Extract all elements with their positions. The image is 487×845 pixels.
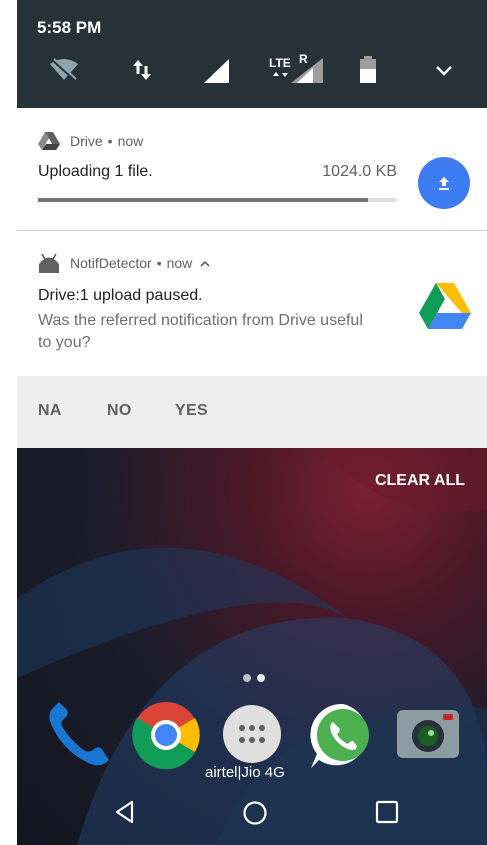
app-drawer-icon[interactable] [222, 704, 282, 769]
notification-time: now [166, 255, 193, 271]
back-icon[interactable] [113, 800, 137, 829]
drive-upload-notification[interactable]: Drive • now Uploading 1 file. 1024.0 KB [17, 108, 487, 231]
action-na-button[interactable]: NA [38, 402, 62, 420]
screen: 5:58 PM LTE R Drive • now Uploading 1 fi… [17, 0, 487, 845]
home-icon[interactable] [242, 800, 268, 831]
battery-icon[interactable] [359, 56, 377, 89]
notification-app-name: NotifDetector [70, 255, 152, 271]
phone-icon[interactable] [43, 700, 113, 775]
android-icon [38, 253, 60, 273]
cell-signal-icon[interactable] [202, 58, 230, 89]
upload-size: 1024.0 KB [322, 163, 397, 180]
roaming-label: R [299, 52, 308, 66]
notification-header: NotifDetector • now [38, 253, 210, 273]
action-yes-button[interactable]: YES [175, 402, 208, 420]
data-transfer-icon[interactable] [132, 58, 152, 87]
notification-title: Drive:1 upload paused. [38, 287, 203, 304]
page-indicator [243, 674, 265, 682]
upload-progress-fill [38, 198, 369, 202]
recents-icon[interactable] [375, 800, 399, 829]
lte-label: LTE [269, 56, 291, 70]
google-drive-logo-icon [419, 283, 471, 329]
header-separator: • [156, 255, 162, 271]
carrier-label: airtel|Jio 4G [205, 764, 285, 781]
quick-settings-bar: 5:58 PM LTE R [17, 0, 487, 108]
camera-icon[interactable] [395, 706, 461, 767]
wifi-off-icon[interactable] [49, 58, 79, 87]
wallpaper-art [17, 448, 487, 845]
expand-chevron-icon[interactable] [435, 64, 453, 82]
action-no-button[interactable]: NO [107, 402, 132, 420]
upload-icon [436, 175, 452, 191]
upload-progress-bar [38, 198, 397, 202]
notification-app-name: Drive [70, 133, 103, 149]
clear-all-button[interactable]: CLEAR ALL [375, 472, 465, 490]
status-time: 5:58 PM [37, 18, 102, 37]
notification-header: Drive • now [38, 132, 143, 150]
upload-button[interactable] [418, 157, 470, 209]
page-dot-active [257, 674, 265, 682]
notification-time: now [117, 133, 144, 149]
home-screen-wallpaper: CLEAR ALL airtel|Jio 4G [17, 448, 487, 845]
page-dot [243, 674, 251, 682]
notifdetector-notification[interactable]: NotifDetector • now Drive:1 upload pause… [17, 231, 487, 376]
whatsapp-icon[interactable] [307, 700, 379, 777]
notification-title: Uploading 1 file. [38, 163, 153, 180]
notification-body: Was the referred notification from Drive… [38, 312, 363, 351]
drive-icon [38, 132, 60, 150]
notification-actions: NA NO YES [17, 376, 487, 448]
header-separator: • [107, 133, 113, 149]
lte-roaming-signal-icon[interactable]: LTE R [269, 52, 325, 84]
chevron-up-icon[interactable] [200, 260, 210, 267]
chrome-icon[interactable] [131, 700, 201, 775]
